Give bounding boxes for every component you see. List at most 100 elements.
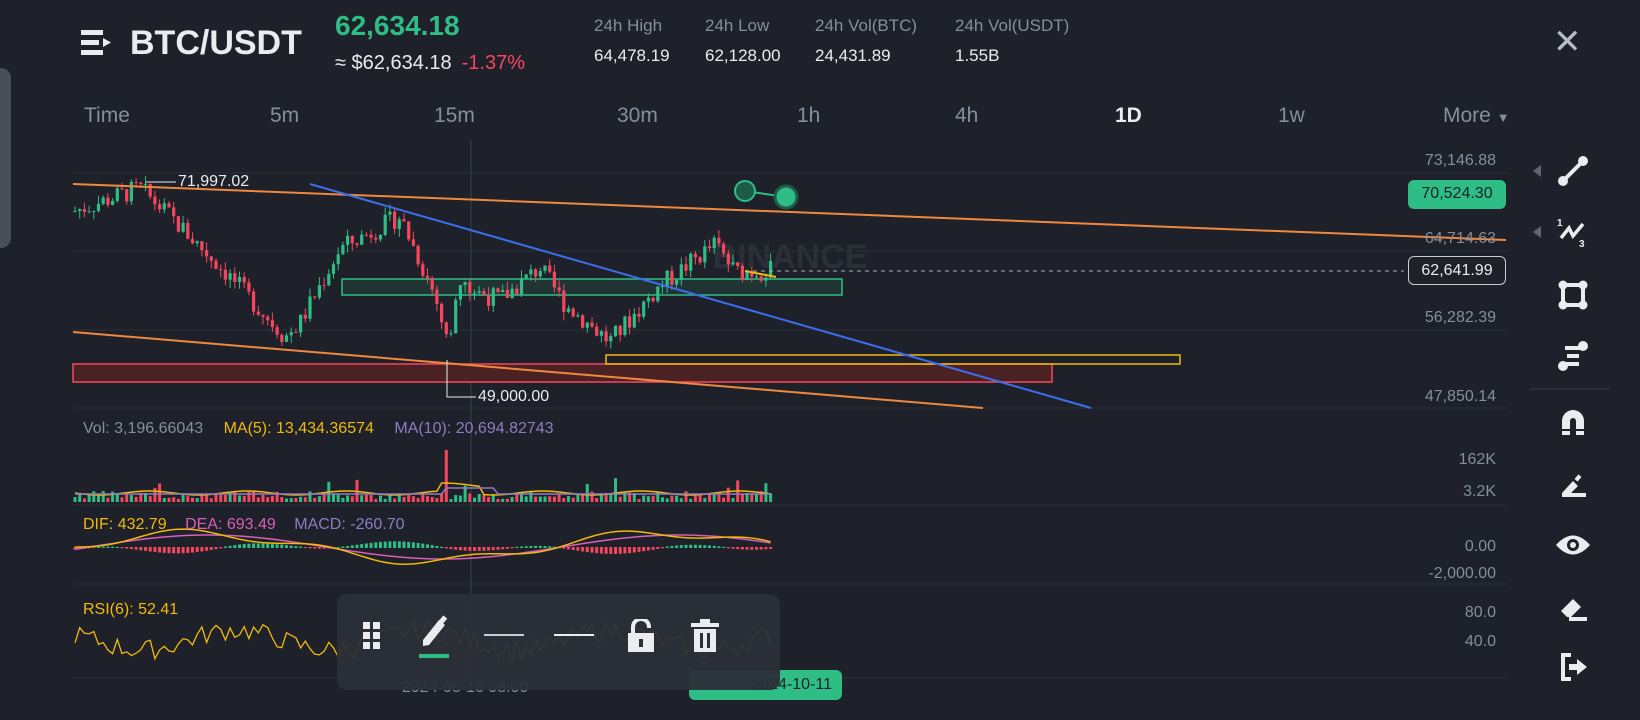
line-width-icon[interactable] — [552, 614, 596, 658]
svg-text:3: 3 — [1579, 239, 1585, 248]
candle-body — [722, 243, 726, 254]
candle-body — [139, 182, 143, 185]
candle-body — [651, 297, 655, 302]
exit-drawing-icon[interactable] — [1553, 649, 1593, 685]
tab-4h[interactable]: 4h — [955, 104, 978, 128]
volume-bar — [270, 495, 274, 502]
close-icon[interactable]: ✕ — [1553, 22, 1582, 62]
volume-bar — [308, 491, 312, 502]
alert-price-badge[interactable]: 70,524.30 — [1408, 180, 1506, 209]
macd-histogram-bar — [191, 547, 194, 553]
candle-body — [519, 278, 524, 295]
tab-30m[interactable]: 30m — [617, 104, 658, 128]
macd-histogram-bar — [426, 544, 429, 548]
macd-histogram-bar — [261, 543, 265, 548]
eraser-icon[interactable] — [1553, 589, 1593, 625]
expand-arrow-icon[interactable] — [1533, 165, 1541, 177]
candle-body — [736, 262, 740, 266]
macd-histogram-bar — [623, 547, 627, 554]
stat-label: 24h Vol(USDT) — [955, 16, 1070, 35]
tab-15m[interactable]: 15m — [434, 104, 475, 128]
macd-histogram-bar — [477, 547, 481, 551]
tab-more[interactable]: More ▼ — [1443, 104, 1510, 128]
price-axis-label: 73,146.88 — [1424, 152, 1496, 169]
fib-retracement-tool-icon[interactable] — [1553, 338, 1593, 374]
macd-histogram-bar — [468, 547, 472, 551]
magnet-icon[interactable] — [1553, 403, 1593, 439]
candle-body — [407, 221, 411, 240]
line-style-icon[interactable] — [482, 614, 526, 658]
drawing-handle-start[interactable] — [734, 180, 756, 202]
candle-body — [266, 316, 270, 321]
macd-histogram-bar — [167, 547, 171, 554]
volume-legend: Vol: 3,196.66043 MA(5): 13,434.36574 MA(… — [83, 420, 554, 438]
macd-histogram-bar — [252, 543, 256, 548]
macd-histogram-bar — [675, 545, 679, 548]
volume-bar — [529, 491, 533, 502]
macd-histogram-bar — [487, 547, 491, 551]
candle-body — [256, 311, 260, 315]
expand-arrow-icon[interactable] — [1533, 226, 1541, 238]
macd-histogram-bar — [435, 545, 439, 548]
volume-bar — [167, 497, 171, 502]
pencil-icon[interactable] — [415, 614, 459, 658]
fibonacci-wave-tool-icon[interactable]: 13 — [1553, 214, 1593, 250]
macd-histogram-bar — [223, 546, 227, 548]
tab-1h[interactable]: 1h — [797, 104, 820, 128]
candle-body — [745, 271, 749, 280]
volume-bar — [242, 495, 246, 502]
price-change: -1.37% — [461, 52, 526, 74]
eye-visibility-icon[interactable] — [1553, 527, 1593, 563]
drawing-handle-end[interactable] — [773, 184, 799, 210]
candle-body — [477, 291, 481, 293]
macd-histogram-bar — [764, 547, 768, 550]
volume-bar — [449, 498, 453, 502]
volume-bar — [101, 491, 105, 502]
macd-histogram-bar — [350, 545, 354, 548]
candle-body — [468, 282, 472, 294]
volume-bar — [435, 498, 439, 502]
volume-bar — [661, 497, 664, 502]
pair-title[interactable]: BTC/USDT — [130, 24, 302, 63]
unlock-icon[interactable] — [619, 614, 663, 658]
volume-bar — [172, 497, 176, 502]
continuous-draw-icon[interactable] — [1553, 465, 1593, 501]
macd-histogram-bar — [200, 547, 204, 552]
macd-histogram-bar — [717, 546, 721, 548]
macd-histogram-bar — [534, 545, 538, 548]
macd-histogram-bar — [712, 545, 716, 548]
candle-body — [294, 332, 298, 334]
volume-bar — [402, 497, 406, 502]
candle-body — [585, 322, 589, 328]
binance-watermark: BINANCE — [713, 238, 868, 276]
side-drawer-handle[interactable] — [0, 68, 11, 248]
rectangle-tool-icon[interactable] — [1553, 277, 1593, 313]
candle-body — [270, 320, 274, 328]
volume-bar — [261, 494, 265, 502]
tab-1d[interactable]: 1D — [1115, 104, 1142, 128]
macd-histogram-bar — [440, 546, 444, 548]
tab-time[interactable]: Time — [84, 104, 130, 128]
volume-bar — [703, 497, 707, 502]
candle-body — [726, 253, 730, 265]
candle-body — [172, 207, 176, 217]
volume-bar — [656, 491, 660, 502]
volume-bar — [496, 498, 500, 502]
stat-24h-vol-btc: 24h Vol(BTC) 24,431.89 — [815, 16, 917, 66]
yellow-zone-rectangle[interactable] — [605, 354, 1181, 365]
candle-body — [538, 270, 542, 277]
drag-handle-icon[interactable] — [350, 614, 394, 658]
current-price-badge[interactable]: 62,641.99 — [1408, 256, 1506, 285]
tab-5m[interactable]: 5m — [270, 104, 299, 128]
macd-histogram-bar — [219, 547, 223, 549]
trend-line-tool-icon[interactable] — [1553, 153, 1593, 189]
macd-histogram-bar — [139, 547, 143, 551]
volume-bar — [726, 487, 730, 502]
green-zone-rectangle[interactable] — [341, 278, 843, 296]
macd-histogram-bar — [684, 544, 688, 548]
tab-1w[interactable]: 1w — [1278, 104, 1305, 128]
volume-bar — [689, 498, 693, 502]
trash-icon[interactable] — [683, 614, 727, 658]
volume-bar — [346, 495, 350, 502]
menu-icon[interactable] — [81, 28, 115, 63]
